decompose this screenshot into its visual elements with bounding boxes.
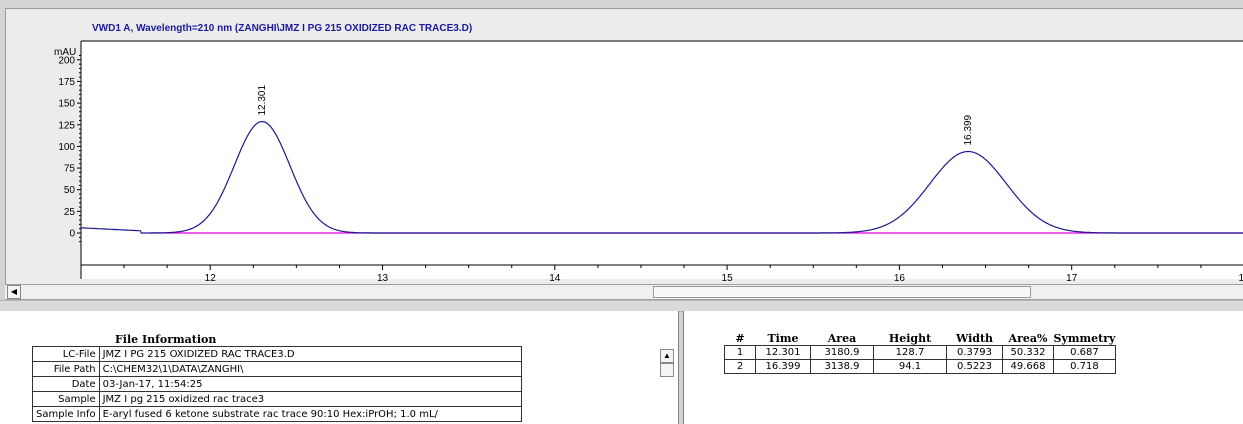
- table-cell: 12.301: [755, 345, 811, 360]
- file-info-key: Sample Info: [32, 406, 100, 422]
- column-header: Time: [767, 332, 799, 345]
- y-tick-label: 75: [64, 164, 76, 175]
- file-info-key: File Path: [32, 361, 100, 377]
- table-row: 1 12.301 3180.9 128.7 0.3793 50.332 0.687: [724, 345, 1116, 360]
- column-header: Width: [955, 332, 994, 345]
- x-tick-label: 15: [722, 273, 734, 284]
- column-header: #: [735, 332, 745, 345]
- file-info-row: Sample Info E-aryl fused 6 ketone substra…: [32, 406, 522, 422]
- vscroll-thumb[interactable]: [660, 363, 674, 377]
- column-header: Area: [827, 332, 857, 345]
- y-tick-label: 200: [58, 55, 75, 66]
- table-cell: 16.399: [755, 359, 811, 374]
- y-tick-label: 150: [58, 99, 75, 110]
- chart-header: VWD1 A, Wavelength=210 nm (ZANGHI\JMZ I …: [92, 23, 472, 34]
- column-header: Symmetry: [1053, 332, 1116, 345]
- column-header: Area%: [1008, 332, 1048, 345]
- file-info-key: Date: [32, 376, 100, 392]
- y-tick-label: 100: [58, 142, 75, 153]
- table-cell: 94.1: [873, 359, 947, 374]
- file-info-value: 03-Jan-17, 11:54:25: [98, 376, 522, 392]
- table-cell: 0.718: [1053, 359, 1116, 374]
- horizontal-scrollbar[interactable]: ◀: [5, 284, 1243, 300]
- table-row: 2 16.399 3138.9 94.1 0.5223 49.668 0.718: [724, 359, 1116, 374]
- y-tick-label: 0: [69, 229, 75, 240]
- x-tick-label: 17: [1066, 273, 1078, 284]
- table-cell: 128.7: [873, 345, 947, 360]
- file-info-value: E-aryl fused 6 ketone substrate rac trac…: [98, 406, 522, 422]
- chromatogram-window: VWD1 A, Wavelength=210 nm (ZANGHI\JMZ I …: [5, 8, 1243, 289]
- scroll-thumb[interactable]: [653, 286, 1031, 298]
- file-info-row: Sample JMZ I pg 215 oxidized rac trace3: [32, 391, 522, 407]
- x-tick-label: 14: [549, 273, 561, 284]
- y-tick-label: 25: [64, 207, 76, 218]
- file-info-title: File Information: [115, 333, 217, 346]
- table-cell: 0.3793: [946, 345, 1003, 360]
- table-cell: 3180.9: [810, 345, 874, 360]
- file-info-table: LC-File JMZ I PG 215 OXIDIZED RAC TRACE3.…: [32, 346, 522, 422]
- peak-label: 12.301: [257, 85, 268, 116]
- chromatogram-chart: VWD1 A, Wavelength=210 nm (ZANGHI\JMZ I …: [54, 23, 1243, 284]
- left-arrow-icon[interactable]: ◀: [7, 285, 21, 299]
- vertical-scrollbar[interactable]: ▲: [660, 349, 674, 424]
- file-info-key: LC-File: [32, 346, 100, 362]
- peak-results-pane: # Time Area Height Width Area% Symmetry 1 12.30…: [683, 311, 1243, 424]
- file-info-row: LC-File JMZ I PG 215 OXIDIZED RAC TRACE3.…: [32, 346, 522, 362]
- table-cell: 49.668: [1002, 359, 1054, 374]
- up-arrow-icon[interactable]: ▲: [660, 349, 674, 363]
- y-tick-label: 175: [58, 77, 75, 88]
- x-tick-label: 16: [894, 273, 906, 284]
- peak-label: 16.399: [963, 114, 974, 145]
- y-tick-label: 50: [64, 185, 76, 196]
- table-cell: 0.5223: [946, 359, 1003, 374]
- file-info-value: JMZ I pg 215 oxidized rac trace3: [98, 391, 522, 407]
- file-info-row: File Path C:\CHEM32\1\DATA\ZANGHI\: [32, 361, 522, 377]
- file-info-value: C:\CHEM32\1\DATA\ZANGHI\: [98, 361, 522, 377]
- plot-area: [81, 41, 1243, 279]
- file-info-value: JMZ I PG 215 OXIDIZED RAC TRACE3.D: [98, 346, 522, 362]
- x-tick-label: 12: [205, 273, 217, 284]
- table-cell: 1: [724, 345, 756, 360]
- table-cell: 50.332: [1002, 345, 1054, 360]
- x-tick-label: 18: [1238, 273, 1243, 284]
- file-info-row: Date 03-Jan-17, 11:54:25: [32, 376, 522, 392]
- x-tick-label: 13: [377, 273, 389, 284]
- file-info-key: Sample: [32, 391, 100, 407]
- table-cell: 0.687: [1053, 345, 1116, 360]
- table-cell: 3138.9: [810, 359, 874, 374]
- peak-table: # Time Area Height Width Area% Symmetry 1 12.30…: [724, 332, 1116, 374]
- y-tick-label: 125: [58, 120, 75, 131]
- file-information-pane: File Information LC-File JMZ I PG 215 OXI…: [0, 311, 679, 424]
- column-header: Height: [888, 332, 932, 345]
- table-cell: 2: [724, 359, 756, 374]
